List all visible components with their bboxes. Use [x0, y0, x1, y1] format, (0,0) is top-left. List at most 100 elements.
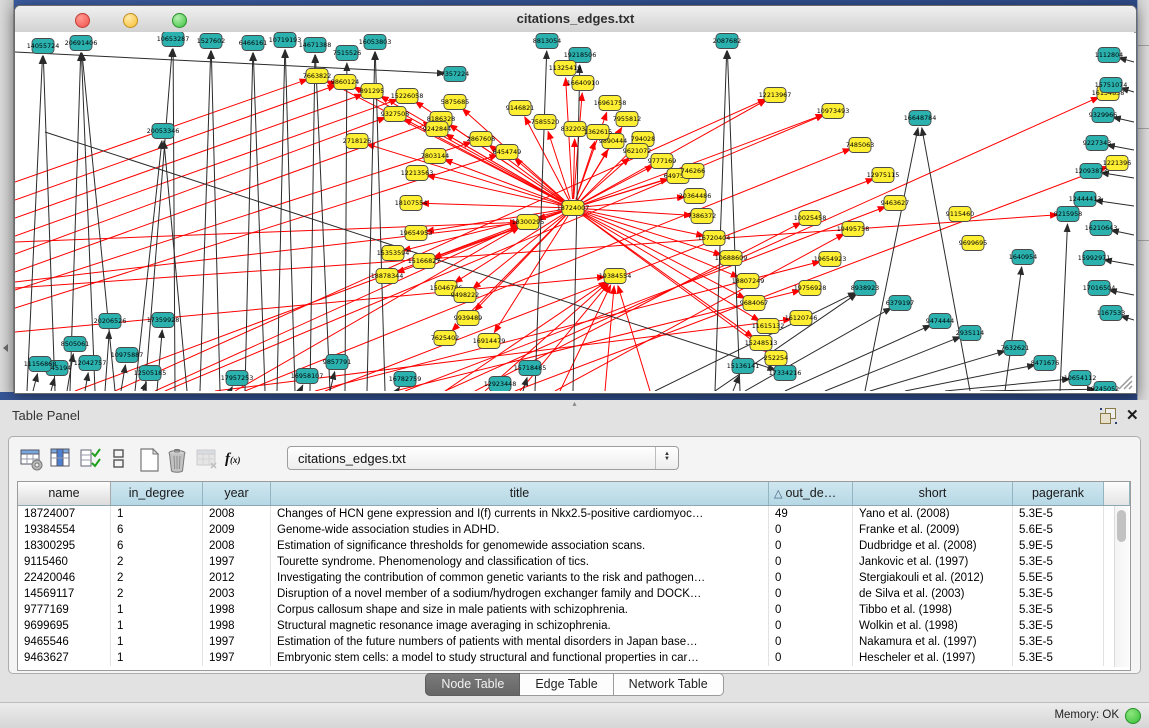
graph-node[interactable]: 12042757 [74, 356, 107, 371]
table-cell[interactable]: 14569117 [18, 586, 111, 602]
graph-node[interactable]: 10025458 [794, 211, 827, 226]
graph-node[interactable]: 6379197 [886, 296, 914, 311]
table-cell[interactable]: Tourette syndrome. Phenomenology and cla… [271, 554, 769, 570]
delete-table-icon[interactable] [165, 446, 191, 474]
tab-edge-table[interactable]: Edge Table [520, 673, 613, 696]
graph-node[interactable]: 8471676 [1031, 356, 1059, 371]
table-cell[interactable]: Jankovic et al. (1997) [853, 554, 1013, 570]
graph-node[interactable]: 20364486 [679, 189, 712, 204]
graph-node[interactable]: 12923448 [484, 377, 517, 392]
table-row[interactable]: 977716911998Corpus callosum shape and si… [18, 602, 1130, 618]
graph-node[interactable]: 16120746 [785, 311, 818, 326]
graph-node[interactable]: 16210643 [1085, 221, 1118, 236]
graph-node[interactable]: 16053803 [359, 35, 392, 50]
table-cell[interactable]: 1998 [203, 602, 271, 618]
graph-node[interactable]: 15226058 [391, 89, 424, 104]
graph-node[interactable]: 9115460 [946, 207, 974, 222]
table-row[interactable]: 969969511998Structural magnetic resonanc… [18, 618, 1130, 634]
graph-node[interactable]: 17334216 [769, 366, 802, 381]
graph-node[interactable]: 18107554 [395, 196, 428, 211]
graph-node[interactable]: 2935114 [956, 326, 984, 341]
column-header-title[interactable]: title [271, 482, 769, 505]
table-row[interactable]: 1456911722003Disruption of a novel membe… [18, 586, 1130, 602]
function-builder-icon[interactable]: f(x) [225, 450, 251, 478]
graph-node[interactable]: 9777169 [648, 154, 676, 169]
graph-node[interactable]: 10654112 [1064, 371, 1097, 386]
table-cell[interactable]: 2 [111, 554, 203, 570]
graph-node[interactable]: 7515526 [333, 46, 361, 61]
table-cell[interactable]: 6 [111, 538, 203, 554]
table-cell[interactable]: 1 [111, 634, 203, 650]
graph-node[interactable]: 16648784 [904, 111, 937, 126]
table-cell[interactable]: Yano et al. (2008) [853, 506, 1013, 522]
table-row[interactable]: 1872400712008Changes of HCN gene express… [18, 506, 1130, 522]
graph-node[interactable]: 15718485 [514, 361, 547, 376]
graph-node[interactable]: 19654953 [400, 226, 433, 241]
table-cell[interactable]: Hescheler et al. (1997) [853, 650, 1013, 666]
graph-node[interactable]: 19654923 [814, 252, 847, 267]
table-cell[interactable]: 0 [769, 554, 853, 570]
table-cell[interactable]: Nakamura et al. (1997) [853, 634, 1013, 650]
graph-node[interactable]: 8938923 [851, 281, 879, 296]
graph-node[interactable]: 1640954 [1009, 250, 1037, 265]
results-panel-collapsed-strip[interactable] [1137, 0, 1149, 400]
column-header-out_de[interactable]: △out_de… [769, 482, 853, 505]
close-panel-icon[interactable]: ✕ [1126, 406, 1139, 424]
graph-node[interactable]: 7585520 [531, 115, 559, 130]
memory-ok-indicator[interactable] [1125, 708, 1141, 724]
table-cell[interactable]: Dudbridge et al. (2008) [853, 538, 1013, 554]
graph-node[interactable]: 9684067 [740, 296, 768, 311]
graph-node[interactable]: 19756928 [794, 281, 827, 296]
window-resize-grip[interactable] [1115, 372, 1133, 390]
table-cell[interactable]: 6 [111, 522, 203, 538]
table-cell[interactable]: 9115460 [18, 554, 111, 570]
table-cell[interactable]: 0 [769, 618, 853, 634]
graph-node[interactable]: 20206526 [94, 314, 127, 329]
graph-node[interactable]: 6466161 [239, 36, 267, 51]
table-cell[interactable]: 5.3E-5 [1013, 634, 1104, 650]
graph-node[interactable]: 2718126 [343, 134, 371, 149]
table-cell[interactable]: 5.6E-5 [1013, 522, 1104, 538]
tab-node-table[interactable]: Node Table [425, 673, 520, 696]
select-columns-icon[interactable] [49, 446, 75, 474]
graph-node[interactable]: 9463627 [881, 196, 909, 211]
graph-node[interactable]: 10653287 [157, 32, 190, 47]
table-cell[interactable]: 0 [769, 570, 853, 586]
graph-node[interactable]: 5875685 [441, 95, 469, 110]
table-cell[interactable]: Changes of HCN gene expression and I(f) … [271, 506, 769, 522]
table-cell[interactable]: 5.3E-5 [1013, 586, 1104, 602]
table-cell[interactable]: Investigating the contribution of common… [271, 570, 769, 586]
graph-node[interactable]: 9327508 [381, 107, 409, 122]
graph-node[interactable]: 9699695 [959, 236, 987, 251]
float-panel-icon[interactable] [1100, 408, 1117, 424]
table-cell[interactable]: 5.3E-5 [1013, 618, 1104, 634]
graph-node[interactable]: 12975115 [867, 168, 900, 183]
table-cell[interactable]: 9465546 [18, 634, 111, 650]
graph-node[interactable]: 14671388 [299, 38, 332, 53]
table-cell[interactable]: Structural magnetic resonance image aver… [271, 618, 769, 634]
graph-node[interactable]: 9474444 [926, 314, 954, 329]
table-cell[interactable]: 2008 [203, 538, 271, 554]
graph-node[interactable]: 7955812 [613, 112, 641, 127]
table-scrollbar-thumb[interactable] [1117, 510, 1126, 542]
graph-node[interactable]: 20691406 [65, 36, 98, 51]
table-cell[interactable]: Franke et al. (2009) [853, 522, 1013, 538]
table-cell[interactable]: 0 [769, 522, 853, 538]
table-cell[interactable]: 1 [111, 618, 203, 634]
graph-node[interactable]: 16720404 [698, 231, 731, 246]
table-settings-icon[interactable] [19, 446, 45, 474]
table-cell[interactable]: 9463627 [18, 650, 111, 666]
graph-node[interactable]: 9939489 [454, 311, 482, 326]
table-cell[interactable]: 1 [111, 602, 203, 618]
table-selector-dropdown[interactable]: citations_edges.txt ▲▼ [287, 446, 679, 470]
graph-node[interactable]: 15992971 [1078, 251, 1111, 266]
table-cell[interactable]: 5.5E-5 [1013, 570, 1104, 586]
graph-node[interactable]: 19384554 [599, 269, 632, 284]
table-cell[interactable]: 2 [111, 570, 203, 586]
graph-node[interactable]: 17016504 [1083, 281, 1116, 296]
table-cell[interactable]: 0 [769, 634, 853, 650]
select-rows-icon[interactable] [79, 446, 105, 474]
graph-node[interactable]: 7357224 [441, 67, 469, 82]
column-header-name[interactable]: name [18, 482, 111, 505]
table-cell[interactable]: 1 [111, 650, 203, 666]
